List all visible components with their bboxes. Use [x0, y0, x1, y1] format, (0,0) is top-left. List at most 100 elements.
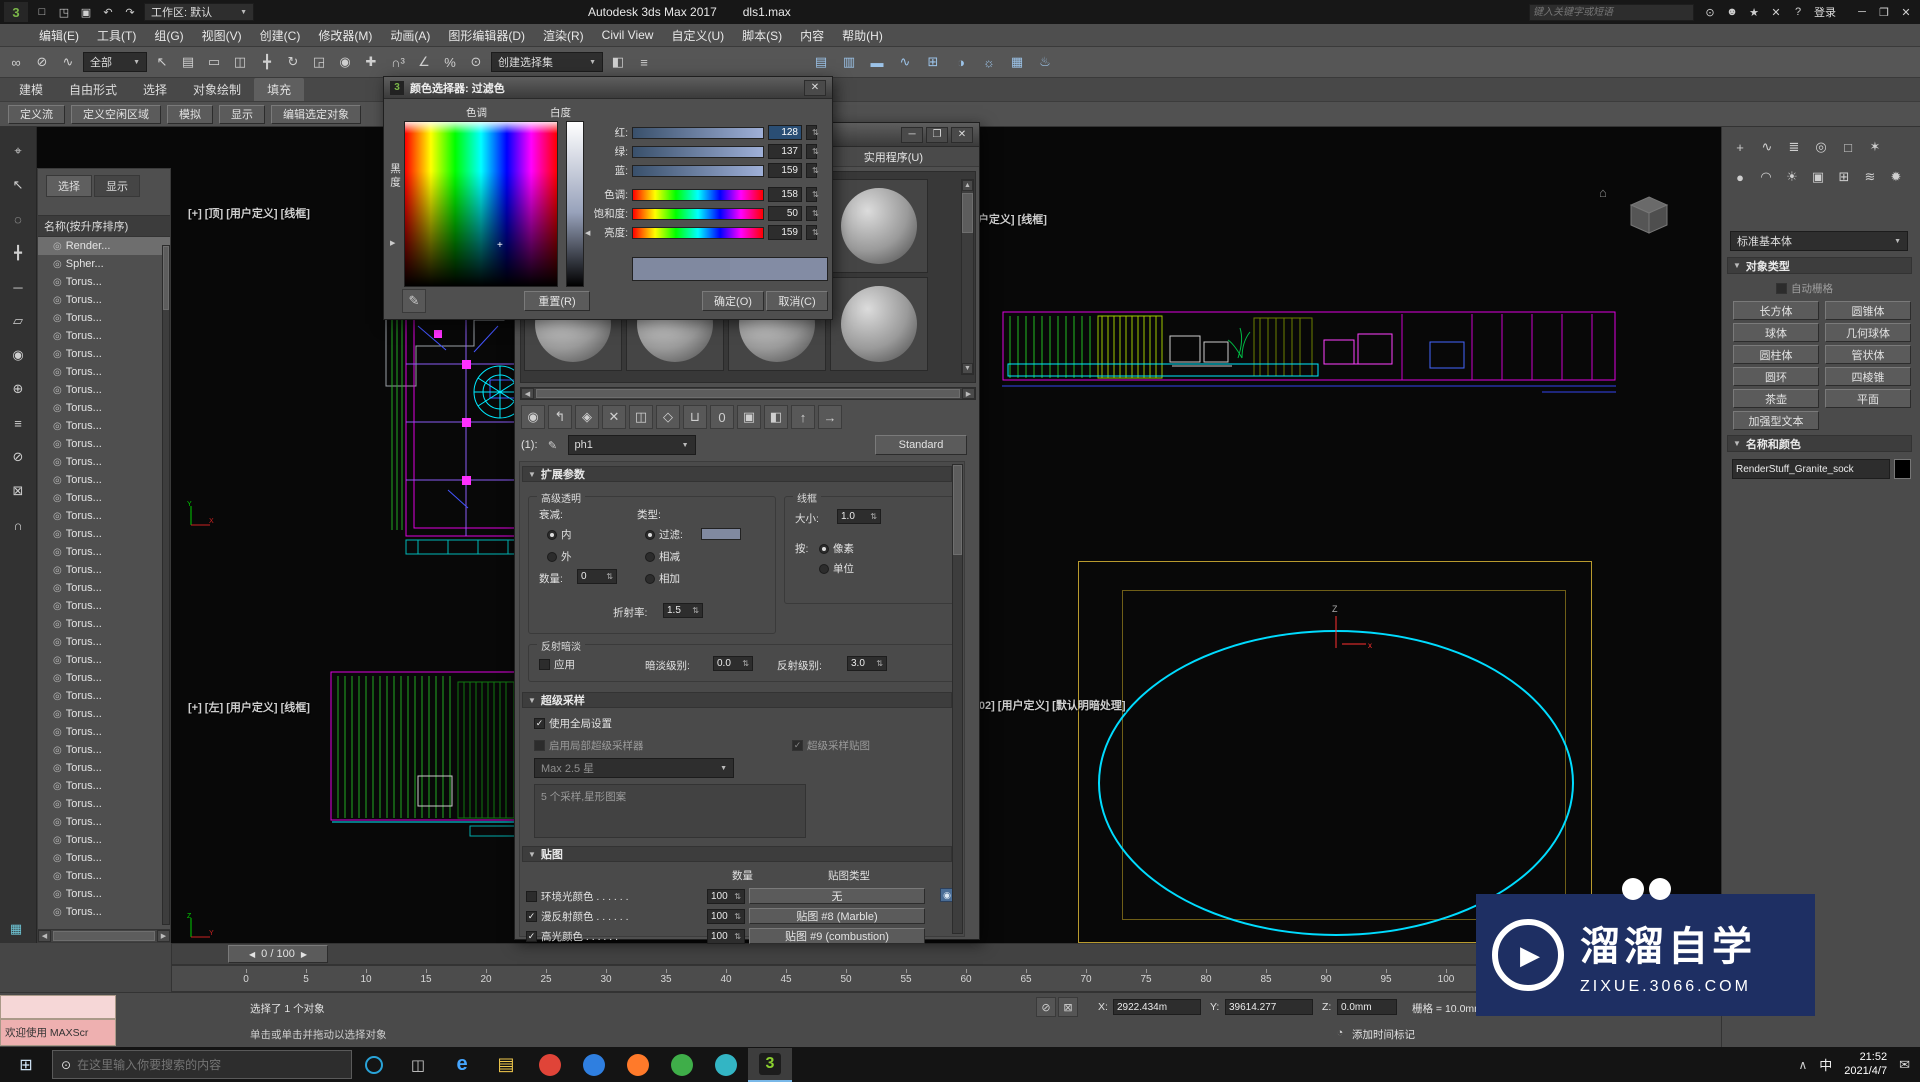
channel-spinner[interactable]	[806, 144, 817, 159]
reset-map-icon[interactable]: ✕	[602, 405, 626, 429]
sign-in-label[interactable]: 登录	[1814, 4, 1836, 20]
map-enable-checkbox[interactable]	[526, 890, 537, 902]
enable-local-checkbox[interactable]: 启用局部超级采样器	[534, 738, 644, 753]
name-color-rollout[interactable]: ▼ 名称和颜色	[1727, 435, 1912, 452]
channel-spinner[interactable]	[806, 163, 817, 178]
refl-level-field[interactable]: 3.0	[847, 656, 887, 671]
put-to-library-icon[interactable]: ⊔	[683, 405, 707, 429]
create-tab-icon[interactable]: +	[1728, 135, 1752, 159]
working-pivot-icon[interactable]: ⊕	[6, 377, 30, 401]
put-to-scene-icon[interactable]: ↰	[548, 405, 572, 429]
geometry-category-icon[interactable]: ●	[1728, 165, 1752, 189]
modify-tab-icon[interactable]: ∿	[1755, 135, 1779, 159]
cortana-icon[interactable]	[352, 1048, 396, 1082]
app-icon[interactable]	[572, 1048, 616, 1082]
select-and-scale-icon[interactable]: ◲	[307, 50, 331, 74]
scroll-up-icon[interactable]: ▲	[962, 180, 973, 191]
ribbon-toggle-icon[interactable]: ▬	[865, 50, 889, 74]
populate-tool-button[interactable]: 定义流	[8, 104, 65, 124]
scene-object-row[interactable]: ◎ Torus...	[38, 417, 170, 435]
menu-item[interactable]: 工具(T)	[88, 24, 145, 47]
3ds-max-taskbar-icon[interactable]: 3	[748, 1047, 792, 1082]
apply-checkbox[interactable]: 应用	[539, 657, 575, 672]
scene-object-row[interactable]: ◎ Torus...	[38, 777, 170, 795]
params-scrollbar[interactable]	[952, 464, 963, 934]
mirror-icon[interactable]: ◧	[606, 50, 630, 74]
systems-category-icon[interactable]: ✹	[1884, 165, 1908, 189]
mail-app-icon[interactable]	[704, 1048, 748, 1082]
x-coordinate-field[interactable]: 2922.434m	[1113, 999, 1201, 1015]
menu-item[interactable]: 视图(V)	[193, 24, 251, 47]
ribbon-tab[interactable]: 自由形式	[56, 78, 130, 101]
scene-object-row[interactable]: ◎ Torus...	[38, 345, 170, 363]
pivot-tool-icon[interactable]: ◉	[6, 343, 30, 367]
scene-object-row[interactable]: ◎ Torus...	[38, 507, 170, 525]
undo-icon[interactable]: ↶	[98, 2, 118, 22]
select-cursor-icon[interactable]: ↖	[6, 173, 30, 197]
reset-button[interactable]: 重置(R)	[524, 291, 590, 311]
taskbar-search-input[interactable]	[77, 1057, 318, 1072]
scroll-left-icon[interactable]: ◀	[521, 388, 534, 399]
wire-pixels-radio[interactable]: 像素	[819, 541, 854, 556]
top-viewport-label[interactable]: [+] [顶] [用户定义] [线框]	[188, 205, 310, 221]
ior-field[interactable]: 1.5	[663, 603, 703, 618]
dim-level-field[interactable]: 0.0	[713, 656, 753, 671]
material-name-dropdown[interactable]: ph1	[567, 435, 696, 455]
map-enable-checkbox[interactable]: ✓	[526, 910, 537, 922]
channel-slider[interactable]	[632, 207, 764, 220]
lights-category-icon[interactable]: ☀	[1780, 165, 1804, 189]
time-slider-handle[interactable]: ◀ 0 / 100 ▶	[228, 945, 328, 963]
falloff-out-radio[interactable]: 外	[547, 549, 572, 564]
type-additive-radio[interactable]: 相加	[645, 571, 680, 586]
scene-object-row[interactable]: ◎ Torus...	[38, 615, 170, 633]
angle-snap-icon[interactable]: ∠	[412, 50, 436, 74]
add-time-tag[interactable]: 添加时间标记	[1352, 1027, 1415, 1042]
channel-slider[interactable]	[632, 188, 764, 201]
scene-object-row[interactable]: ◎ Torus...	[38, 759, 170, 777]
samples-horizontal-scrollbar[interactable]: ◀ ▶	[520, 387, 976, 400]
schematic-view-icon[interactable]: ⊞	[921, 50, 945, 74]
show-end-result-icon[interactable]: ◧	[764, 405, 788, 429]
make-unique-icon[interactable]: ◇	[656, 405, 680, 429]
map-amount-field[interactable]: 100	[707, 928, 745, 944]
isolate-selection-icon[interactable]: ⊘	[6, 445, 30, 469]
scene-object-row[interactable]: ◎ Torus...	[38, 309, 170, 327]
channel-slider[interactable]	[632, 164, 764, 177]
next-frame-icon[interactable]: ▶	[301, 950, 307, 959]
menu-item[interactable]: 脚本(S)	[733, 24, 791, 47]
wire-units-radio[interactable]: 单位	[819, 561, 854, 576]
y-coordinate-field[interactable]: 39614.277	[1225, 999, 1313, 1015]
material-type-button[interactable]: Standard	[875, 435, 967, 455]
material-editor-icon[interactable]: ◑	[949, 50, 973, 74]
assign-to-selection-icon[interactable]: ◈	[575, 405, 599, 429]
object-type-button[interactable]: 加强型文本	[1733, 411, 1819, 430]
maps-rollout[interactable]: ▼ 贴图	[522, 846, 952, 862]
snap-tool-icon[interactable]: ∩	[6, 513, 30, 537]
menu-item[interactable]: 帮助(H)	[833, 24, 892, 47]
select-and-manipulate-icon[interactable]: ✚	[359, 50, 383, 74]
object-type-button[interactable]: 圆环	[1733, 367, 1819, 386]
app-icon[interactable]	[660, 1048, 704, 1082]
wire-size-field[interactable]: 1.0	[837, 509, 881, 524]
edge-browser-icon[interactable]: e	[440, 1048, 484, 1082]
rendered-frame-icon[interactable]: ▦	[1005, 50, 1029, 74]
extended-params-rollout[interactable]: ▼ 扩展参数	[522, 466, 952, 482]
use-global-checkbox[interactable]: 使用全局设置	[534, 716, 612, 731]
use-pivot-point-icon[interactable]: ◉	[333, 50, 357, 74]
populate-tool-button[interactable]: 编辑选定对象	[271, 104, 361, 124]
scene-object-row[interactable]: ◎ Torus...	[38, 831, 170, 849]
samples-vertical-scrollbar[interactable]: ▲ ▼	[961, 179, 974, 375]
maximize-icon[interactable]: ❐	[926, 126, 948, 143]
show-in-viewport-icon[interactable]: ▣	[737, 405, 761, 429]
hierarchy-tab-icon[interactable]: ≣	[1782, 135, 1806, 159]
menu-item[interactable]: 修改器(M)	[309, 24, 381, 47]
scroll-right-icon[interactable]: ▶	[962, 388, 975, 399]
menu-item[interactable]: 自定义(U)	[662, 24, 733, 47]
supersample-maps-checkbox[interactable]: 超级采样贴图	[792, 738, 870, 753]
filter-color-swatch[interactable]	[701, 528, 741, 540]
channel-value-field[interactable]: 137	[768, 144, 802, 159]
scene-object-row[interactable]: ◎ Torus...	[38, 363, 170, 381]
ribbon-tab[interactable]: 选择	[130, 78, 180, 101]
select-object-icon[interactable]: ↖	[150, 50, 174, 74]
map-amount-field[interactable]: 100	[707, 908, 745, 924]
